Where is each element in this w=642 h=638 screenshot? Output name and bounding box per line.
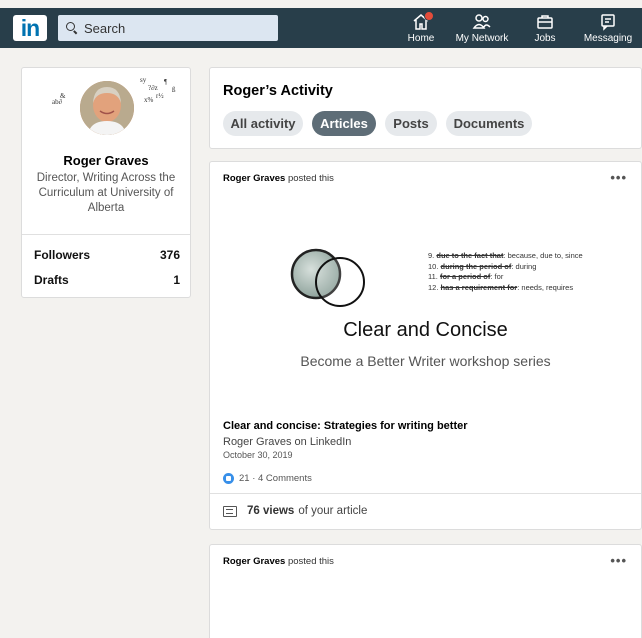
- nav-messaging[interactable]: Messaging: [582, 12, 634, 46]
- briefcase-icon: [537, 15, 553, 29]
- messaging-icon: [601, 14, 615, 31]
- wordiness-rules: 9. due to the fact that: because, due to…: [428, 251, 583, 293]
- article-views[interactable]: 76 views of your article: [223, 505, 367, 517]
- nav-my-network[interactable]: My Network: [453, 12, 511, 46]
- search-icon: [66, 22, 78, 34]
- stat-drafts[interactable]: Drafts 1: [34, 273, 180, 287]
- divider: [22, 234, 190, 235]
- stat-followers[interactable]: Followers 376: [34, 248, 180, 262]
- nav-jobs-label: Jobs: [534, 33, 556, 44]
- analytics-icon: [223, 505, 237, 517]
- lens-circles-graphic: [290, 248, 365, 307]
- tab-documents[interactable]: Documents: [446, 111, 532, 136]
- image-subline: Become a Better Writer workshop series: [300, 353, 551, 369]
- nav-home[interactable]: Home: [405, 11, 437, 46]
- divider: [210, 493, 641, 494]
- search-box[interactable]: [58, 15, 278, 41]
- profile-card: ab∂ & sy ?∂z r½ ¶ ß x% Roger Graves Director…: [21, 67, 191, 298]
- post-card: Roger Graves posted this ••• 9. due to t…: [209, 161, 642, 530]
- stat-drafts-label: Drafts: [34, 273, 69, 287]
- linkedin-logo[interactable]: in: [13, 15, 47, 41]
- stat-followers-value: 376: [159, 248, 180, 262]
- rule-item: 10. during the period of: during: [428, 261, 537, 271]
- views-count: 76 views: [247, 505, 295, 517]
- rule-item: 12. has a requirement for: needs, requir…: [428, 282, 574, 292]
- stat-followers-label: Followers: [34, 248, 91, 262]
- post-action: posted this: [287, 173, 334, 184]
- svg-text:sy: sy: [140, 76, 147, 84]
- like-icon: [223, 473, 234, 484]
- svg-text:¶: ¶: [164, 78, 168, 86]
- nav-jobs[interactable]: Jobs: [531, 12, 559, 46]
- reactions-comments: 21 · 4 Comments: [239, 473, 312, 484]
- more-options-icon[interactable]: •••: [610, 170, 627, 185]
- more-options-icon[interactable]: •••: [610, 553, 627, 568]
- svg-text:x%: x%: [144, 96, 154, 104]
- article-source: Roger Graves on LinkedIn: [223, 436, 352, 448]
- tab-all-activity[interactable]: All activity: [223, 111, 303, 136]
- tab-posts[interactable]: Posts: [385, 111, 437, 136]
- search-input[interactable]: [84, 20, 264, 36]
- activity-title: Roger’s Activity: [223, 83, 333, 99]
- rule-item: 11. for a period of: for: [428, 272, 504, 281]
- image-headline: Clear and Concise: [343, 319, 508, 341]
- post-author[interactable]: Roger Graves: [223, 556, 285, 567]
- post-attribution: Roger Graves posted this: [223, 173, 334, 184]
- top-nav-bar: in Home My Network Jobs Messaging: [0, 8, 642, 48]
- svg-text:r½: r½: [156, 92, 164, 100]
- profile-headline: Director, Writing Across the Curriculum …: [36, 172, 176, 214]
- post-card: Roger Graves posted this •••: [209, 544, 642, 638]
- post-action: posted this: [287, 556, 334, 567]
- svg-text:?∂z: ?∂z: [148, 84, 158, 92]
- nav-my-network-label: My Network: [455, 33, 509, 44]
- article-image[interactable]: 9. due to the fact that: because, due to…: [210, 198, 641, 408]
- article-date: October 30, 2019: [223, 450, 293, 460]
- nav-home-label: Home: [407, 33, 435, 44]
- profile-name[interactable]: Roger Graves: [22, 153, 190, 168]
- svg-text:ß: ß: [172, 86, 176, 94]
- activity-header-card: Roger’s Activity All activity Articles P…: [209, 67, 642, 149]
- nav-messaging-label: Messaging: [583, 33, 633, 44]
- post-attribution: Roger Graves posted this: [223, 556, 334, 567]
- notification-badge: [424, 11, 434, 21]
- stat-drafts-value: 1: [173, 273, 180, 287]
- avatar[interactable]: [78, 79, 136, 137]
- views-suffix: of your article: [298, 505, 368, 517]
- article-title[interactable]: Clear and concise: Strategies for writin…: [223, 420, 468, 432]
- network-icon: [472, 14, 491, 29]
- rule-item: 9. due to the fact that: because, due to…: [428, 251, 583, 260]
- tab-articles[interactable]: Articles: [312, 111, 376, 136]
- post-author[interactable]: Roger Graves: [223, 173, 285, 184]
- svg-text:&: &: [60, 92, 66, 100]
- social-counts[interactable]: 21 · 4 Comments: [223, 473, 312, 484]
